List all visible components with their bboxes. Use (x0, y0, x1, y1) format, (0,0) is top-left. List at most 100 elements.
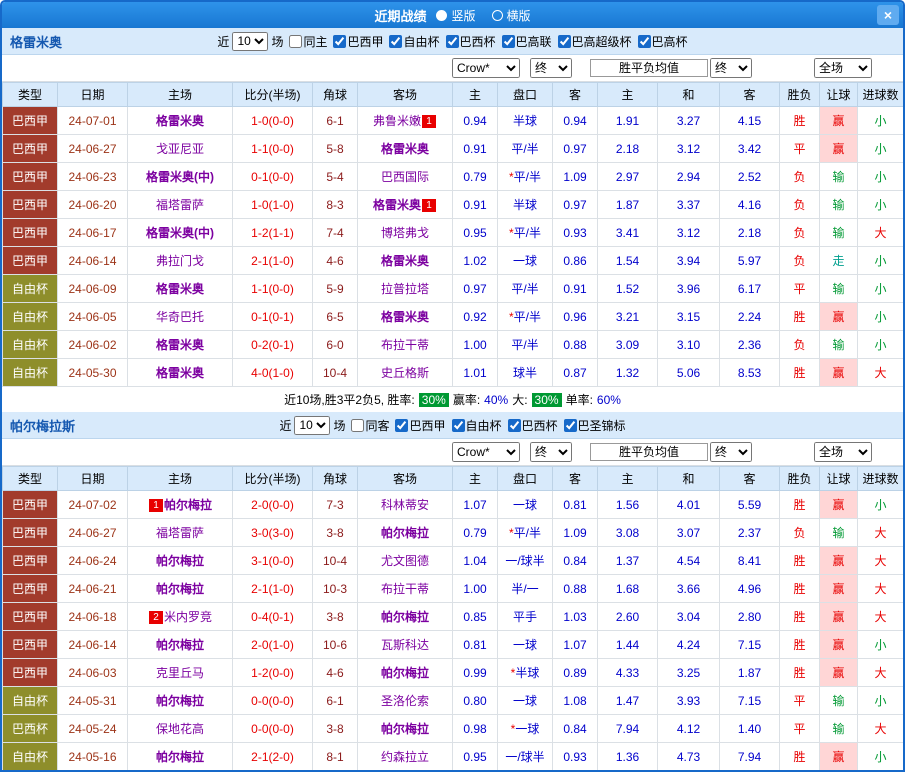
team-link[interactable]: 弗鲁米嫩 (373, 114, 421, 128)
league-filter-checkbox[interactable]: 同主 (289, 33, 327, 50)
team-link[interactable]: 格雷米奥(中) (146, 226, 214, 240)
team-link[interactable]: 格雷米奥 (373, 198, 421, 212)
team-link[interactable]: 格雷米奥 (156, 114, 204, 128)
handicap-result-cell: 赢 (820, 575, 858, 603)
checkbox-input[interactable] (558, 35, 571, 48)
team-link[interactable]: 格雷米奥 (156, 366, 204, 380)
team-link[interactable]: 帕尔梅拉 (381, 666, 429, 680)
bookmaker-select[interactable]: Crow* (452, 442, 520, 462)
team-link[interactable]: 帕尔梅拉 (381, 722, 429, 736)
team-link[interactable]: 拉普拉塔 (381, 282, 429, 296)
team-link[interactable]: 格雷米奥 (381, 310, 429, 324)
checkbox-input[interactable] (333, 35, 346, 48)
team-link[interactable]: 尤文图德 (381, 554, 429, 568)
column-header: 盘口 (498, 83, 553, 107)
league-filter-checkbox[interactable]: 巴高联 (502, 33, 552, 50)
team-link[interactable]: 圣洛伦索 (381, 694, 429, 708)
team-link[interactable]: 博塔弗戈 (381, 226, 429, 240)
checkbox-input[interactable] (289, 35, 302, 48)
checkbox-input[interactable] (564, 419, 577, 432)
radio-vertical[interactable]: 竖版 (436, 7, 475, 24)
team-link[interactable]: 华奇巴托 (156, 310, 204, 324)
column-header: 和 (658, 467, 720, 491)
team-link[interactable]: 帕尔梅拉 (156, 582, 204, 596)
team-link[interactable]: 瓦斯科达 (381, 638, 429, 652)
team-link[interactable]: 格雷米奥 (381, 142, 429, 156)
euro-home-odds-cell: 1.54 (598, 247, 658, 275)
handicap-cell: *平/半 (498, 163, 553, 191)
team-link[interactable]: 帕尔梅拉 (156, 750, 204, 764)
league-filter-checkbox[interactable]: 巴西甲 (333, 33, 383, 50)
team-link[interactable]: 格雷米奥 (156, 282, 204, 296)
team-link[interactable]: 帕尔梅拉 (381, 610, 429, 624)
asian-home-odds-cell: 0.92 (453, 303, 498, 331)
checkbox-input[interactable] (395, 419, 408, 432)
bookmaker-select[interactable]: Crow* (452, 58, 520, 78)
euro-home-odds-cell: 2.18 (598, 135, 658, 163)
league-filter-checkbox[interactable]: 巴西甲 (395, 417, 445, 434)
checkbox-input[interactable] (502, 35, 515, 48)
asian-odds-time-select[interactable]: 终 (530, 58, 572, 78)
team-link[interactable]: 科林蒂安 (381, 498, 429, 512)
match-row: 巴西甲24-06-14弗拉门戈2-1(1-0)4-6格雷米奥1.02一球0.86… (3, 247, 904, 275)
recent-count-select[interactable]: 10 (294, 416, 330, 435)
team-link[interactable]: 保地花高 (156, 722, 204, 736)
checkbox-input[interactable] (638, 35, 651, 48)
team-link[interactable]: 布拉干蒂 (381, 338, 429, 352)
team-link[interactable]: 约森拉立 (381, 750, 429, 764)
league-filter-checkbox[interactable]: 巴西杯 (446, 33, 496, 50)
team-link[interactable]: 帕尔梅拉 (164, 498, 212, 512)
result-cell: 平 (780, 275, 820, 303)
team-link[interactable]: 弗拉门戈 (156, 254, 204, 268)
date-cell: 24-06-09 (58, 275, 128, 303)
league-filter-checkbox[interactable]: 巴高杯 (638, 33, 688, 50)
asian-odds-time-select[interactable]: 终 (530, 442, 572, 462)
euro-home-odds-cell: 1.52 (598, 275, 658, 303)
team-link[interactable]: 帕尔梅拉 (156, 694, 204, 708)
date-cell: 24-06-02 (58, 331, 128, 359)
asian-away-odds-cell: 1.08 (553, 687, 598, 715)
radio-horizontal[interactable]: 横版 (492, 7, 531, 24)
home-team-cell: 帕尔梅拉 (128, 743, 233, 771)
corner-cell: 10-3 (313, 575, 358, 603)
team-link[interactable]: 帕尔梅拉 (156, 638, 204, 652)
scope-select[interactable]: 全场 (814, 442, 872, 462)
scope-select[interactable]: 全场 (814, 58, 872, 78)
goals-result-cell: 小 (858, 491, 904, 519)
team-link[interactable]: 布拉干蒂 (381, 582, 429, 596)
filter-bar: 近10场同客巴西甲自由杯巴西杯巴圣锦标 (279, 416, 625, 435)
checkbox-input[interactable] (351, 419, 364, 432)
league-filter-checkbox[interactable]: 巴圣锦标 (564, 417, 626, 434)
team-link[interactable]: 史丘格斯 (381, 366, 429, 380)
team-link[interactable]: 帕尔梅拉 (381, 526, 429, 540)
recent-count-select[interactable]: 10 (232, 32, 268, 51)
team-link[interactable]: 戈亚尼亚 (156, 142, 204, 156)
league-filter-checkbox[interactable]: 自由杯 (389, 33, 439, 50)
euro-home-odds-cell: 1.68 (598, 575, 658, 603)
league-filter-checkbox[interactable]: 巴西杯 (508, 417, 558, 434)
goals-result-cell: 小 (858, 331, 904, 359)
team-link[interactable]: 福塔雷萨 (156, 198, 204, 212)
team-link[interactable]: 米内罗竞 (164, 610, 212, 624)
team-link[interactable]: 帕尔梅拉 (156, 554, 204, 568)
asian-home-odds-cell: 0.94 (453, 107, 498, 135)
checkbox-input[interactable] (508, 419, 521, 432)
team-link[interactable]: 格雷米奥 (381, 254, 429, 268)
asian-home-odds-cell: 1.07 (453, 491, 498, 519)
league-filter-checkbox[interactable]: 自由杯 (452, 417, 502, 434)
goals-result-cell: 大 (858, 219, 904, 247)
team-link[interactable]: 福塔雷萨 (156, 526, 204, 540)
team-link[interactable]: 格雷米奥(中) (146, 170, 214, 184)
euro-odds-time-select[interactable]: 终 (710, 442, 752, 462)
team-link[interactable]: 格雷米奥 (156, 338, 204, 352)
league-filter-checkbox[interactable]: 同客 (351, 417, 389, 434)
close-button[interactable]: × (877, 5, 899, 25)
team-link[interactable]: 克里丘马 (156, 666, 204, 680)
league-type-cell: 巴西杯 (3, 715, 58, 743)
checkbox-input[interactable] (446, 35, 459, 48)
league-filter-checkbox[interactable]: 巴高超级杯 (558, 33, 632, 50)
team-link[interactable]: 巴西国际 (381, 170, 429, 184)
euro-odds-time-select[interactable]: 终 (710, 58, 752, 78)
checkbox-input[interactable] (452, 419, 465, 432)
checkbox-input[interactable] (389, 35, 402, 48)
